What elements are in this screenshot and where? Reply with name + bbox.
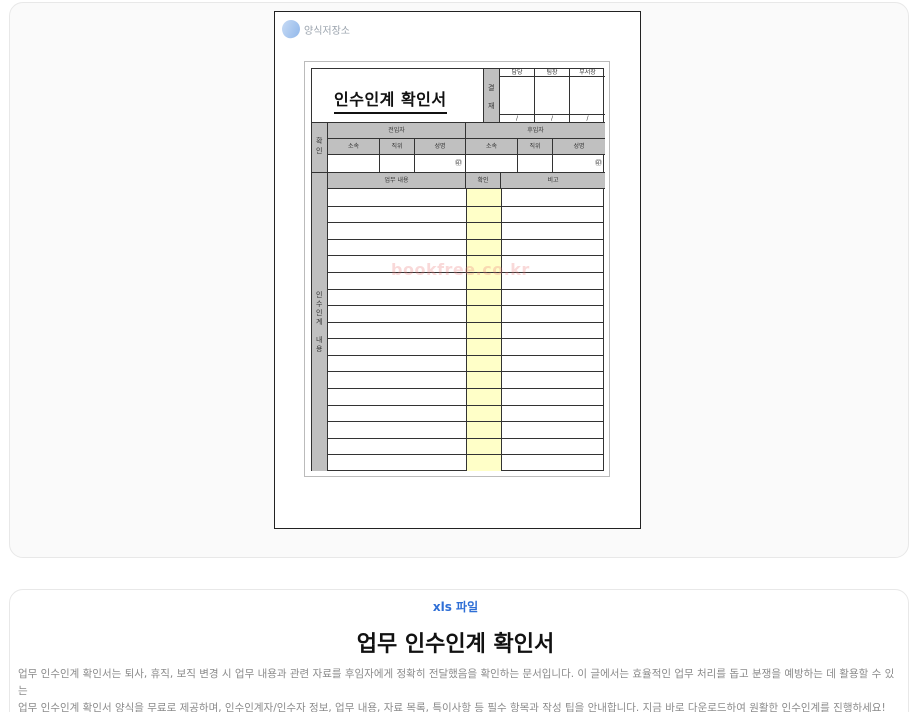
receiver-col-dept: 소속 xyxy=(466,139,518,155)
receiver-header: 후임자 xyxy=(466,123,605,139)
content-label-char: 수 xyxy=(316,300,323,308)
approval-label-char: 결 xyxy=(488,84,495,92)
giver-dept-cell[interactable] xyxy=(328,155,380,173)
receiver-position-cell[interactable] xyxy=(518,155,553,173)
giver-col-dept: 소속 xyxy=(328,139,380,155)
giver-name-cell[interactable]: ㊞ xyxy=(415,155,466,173)
logo-text: 양식저장소 xyxy=(304,25,350,37)
approval-date: / xyxy=(500,114,534,122)
confirm-label-char: 확 xyxy=(316,137,323,145)
receiver-dept-cell[interactable] xyxy=(466,155,518,173)
file-type-label[interactable]: xls 파일 xyxy=(0,598,911,615)
approval-col-staff: 담당 / xyxy=(500,69,535,123)
document-title: 업무 인수인계 확인서 xyxy=(356,632,555,657)
approval-col-team-lead: 팀장 / xyxy=(535,69,570,123)
approval-col-dept-head: 부서장 / xyxy=(570,69,605,123)
approval-label-char: 재 xyxy=(488,102,495,110)
confirm-label-char: 인 xyxy=(316,147,323,155)
site-logo: 양식저장소 xyxy=(279,17,350,41)
giver-position-cell[interactable] xyxy=(380,155,415,173)
confirm-label: 확 인 xyxy=(312,123,328,173)
content-label-char: 내 xyxy=(316,336,323,344)
approval-date: / xyxy=(570,114,605,122)
content-label: 인 수 인 계 내 용 xyxy=(312,173,328,471)
title-cell: 인수인계 확인서 xyxy=(312,69,484,123)
document-description: 업무 인수인계 확인서는 퇴사, 휴직, 보직 변경 시 업무 내용과 관련 자… xyxy=(18,666,898,712)
content-col-task: 업무 내용 xyxy=(328,173,466,189)
giver-col-position: 직위 xyxy=(380,139,415,155)
logo-icon xyxy=(279,17,303,41)
giver-col-name: 성명 xyxy=(415,139,466,155)
content-label-char: 인 xyxy=(316,309,323,317)
description-line: 업무 인수인계 확인서 양식을 무료로 제공하며, 인수인계자/인수자 정보, … xyxy=(18,702,886,712)
content-column-line xyxy=(501,189,502,471)
receiver-name-cell[interactable]: ㊞ xyxy=(553,155,605,173)
content-col-check: 확인 xyxy=(466,173,501,189)
check-column-fill xyxy=(466,189,501,471)
content-column-line xyxy=(466,189,467,471)
form-title: 인수인계 확인서 xyxy=(334,86,447,114)
approval-header: 부서장 xyxy=(570,69,605,77)
content-col-note: 비고 xyxy=(501,173,605,189)
content-label-char: 인 xyxy=(316,291,323,299)
approval-header: 팀장 xyxy=(535,69,569,77)
receiver-col-position: 직위 xyxy=(518,139,553,155)
content-label-char: 계 xyxy=(316,318,323,326)
seal-mark: ㊞ xyxy=(595,159,602,167)
seal-mark: ㊞ xyxy=(455,159,462,167)
approval-header: 담당 xyxy=(500,69,534,77)
approval-date: / xyxy=(535,114,569,122)
receiver-col-name: 성명 xyxy=(553,139,605,155)
description-line: 업무 인수인계 확인서는 퇴사, 휴직, 보직 변경 시 업무 내용과 관련 자… xyxy=(18,668,895,697)
content-label-char: 용 xyxy=(316,345,323,353)
approval-label: 결 재 xyxy=(484,69,500,123)
giver-header: 전임자 xyxy=(328,123,466,139)
watermark: bookfree.co.kr xyxy=(391,260,530,279)
